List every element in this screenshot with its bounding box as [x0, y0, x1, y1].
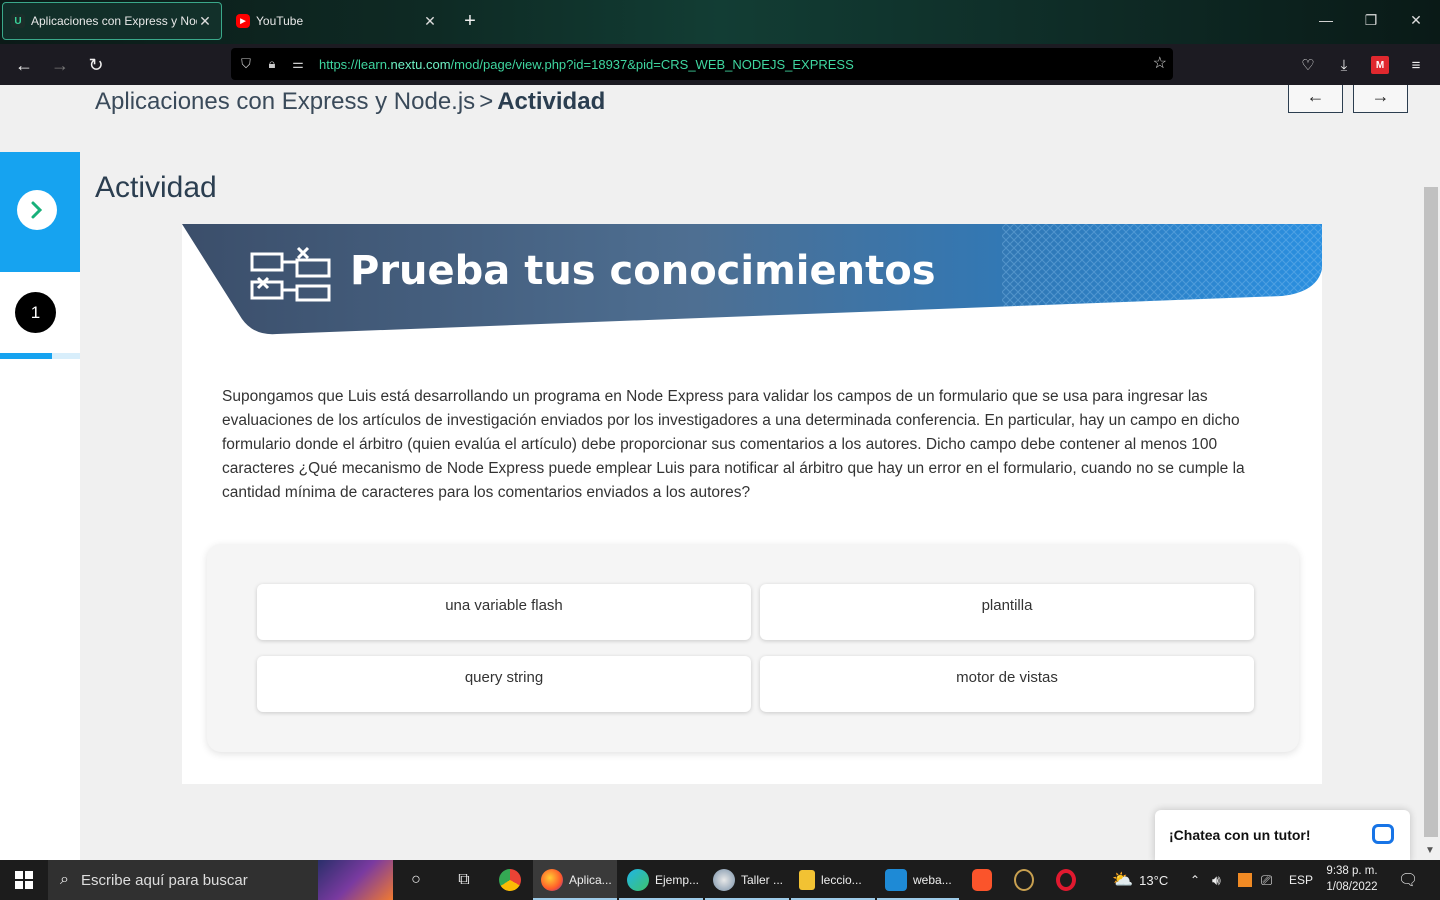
close-icon[interactable]: ✕: [422, 13, 438, 30]
chrome-icon[interactable]: [498, 868, 522, 892]
clock-date: 1/08/2022: [1326, 881, 1378, 893]
breadcrumb-separator: >: [479, 88, 494, 115]
opera-icon[interactable]: [1054, 868, 1078, 892]
scroll-thumb[interactable]: [1424, 187, 1438, 837]
minimize-icon[interactable]: —: [1316, 12, 1336, 28]
taskbar-app-vscode[interactable]: weba...: [877, 860, 959, 900]
weather-widget[interactable]: ⛅ 13°C: [1112, 860, 1168, 900]
activity-card: Prueba tus conocimientos Supongamos que …: [182, 224, 1322, 784]
search-highlight-image: [318, 860, 393, 900]
cloud-sun-icon: ⛅: [1112, 870, 1134, 889]
clock-time: 9:38 p. m.: [1326, 865, 1378, 877]
nextu-favicon-icon: U: [11, 14, 25, 28]
taskbar-app-paint[interactable]: Taller ...: [705, 860, 789, 900]
close-icon[interactable]: ✕: [197, 13, 213, 30]
answer-option[interactable]: query string: [257, 656, 751, 712]
answers-panel: una variable flash plantilla query strin…: [207, 544, 1299, 752]
url-bar[interactable]: ⛉ 🔒︎ ⚌ https://learn.nextu.com/mod/page/…: [231, 48, 1173, 80]
scrollbar[interactable]: ▼: [1422, 85, 1440, 860]
pocket-icon[interactable]: ♡: [1297, 54, 1319, 76]
chevron-right-icon: [31, 201, 43, 219]
network-icon[interactable]: ⎚: [1261, 860, 1272, 900]
taskbar: ⌕ Escribe aquí para buscar ○ ⧉ Aplica...…: [0, 860, 1440, 900]
permissions-icon[interactable]: ⚌: [287, 53, 309, 75]
volume-icon[interactable]: 🔊︎: [1212, 860, 1221, 900]
paint-icon: [713, 869, 735, 891]
answer-option[interactable]: motor de vistas: [760, 656, 1254, 712]
edge-icon: [627, 869, 649, 891]
lock-icon[interactable]: 🔒︎: [261, 53, 283, 75]
vscode-icon: [885, 869, 907, 891]
next-page-button[interactable]: →: [1353, 85, 1408, 113]
browser-tab-bar: U Aplicaciones con Express y Node.js ✕ ▶…: [0, 0, 1440, 44]
window-close-icon[interactable]: ✕: [1406, 12, 1426, 29]
url-text: https://learn.nextu.com/mod/page/view.ph…: [319, 56, 854, 72]
prev-page-button[interactable]: ←: [1288, 85, 1343, 113]
new-tab-icon[interactable]: +: [458, 10, 482, 33]
tray-app-icon[interactable]: [1238, 860, 1252, 900]
taskbar-app-label: leccio...: [821, 873, 862, 887]
breadcrumb-current: Actividad: [497, 88, 606, 115]
arrow-left-icon: ←: [1306, 85, 1325, 106]
banner-title: Prueba tus conocimientos: [350, 248, 936, 294]
bookmark-star-icon[interactable]: ☆: [1153, 53, 1167, 73]
search-placeholder: Escribe aquí para buscar: [80, 871, 248, 889]
answer-option[interactable]: plantilla: [760, 584, 1254, 640]
start-button[interactable]: [0, 860, 48, 900]
league-icon[interactable]: [1012, 868, 1036, 892]
taskbar-app-label: Aplica...: [569, 873, 612, 887]
breadcrumb: Aplicaciones con Express y Node.js > Activ…: [95, 88, 605, 116]
language-indicator[interactable]: ESP: [1289, 860, 1313, 900]
search-icon: ⌕: [60, 871, 69, 888]
step-number-1[interactable]: 1: [15, 292, 56, 333]
shield-icon[interactable]: ⛉: [235, 53, 257, 75]
reload-icon[interactable]: ↻: [85, 54, 107, 76]
menu-icon[interactable]: ≡: [1405, 54, 1427, 76]
clock[interactable]: 9:38 p. m. 1/08/2022: [1318, 863, 1386, 895]
answer-option[interactable]: una variable flash: [257, 584, 751, 640]
tab-title: YouTube: [256, 14, 304, 28]
progress-fill: [0, 353, 52, 359]
sidebar: 1: [0, 152, 80, 860]
arrow-right-icon: →: [1371, 85, 1390, 106]
browser-nav-bar: ← → ↻ ⛉ 🔒︎ ⚌ https://learn.nextu.com/mod…: [0, 44, 1440, 85]
cortana-icon[interactable]: ○: [404, 868, 428, 892]
taskbar-app-label: Ejemp...: [655, 873, 700, 887]
taskbar-app-explorer[interactable]: leccio...: [791, 860, 875, 900]
windows-logo-icon: [15, 871, 33, 889]
chat-label: ¡Chatea con un tutor!: [1169, 827, 1311, 843]
tray-chevron-icon[interactable]: ⌃: [1190, 860, 1200, 900]
taskbar-search[interactable]: ⌕ Escribe aquí para buscar: [48, 860, 393, 900]
tab-title: Aplicaciones con Express y Node.js: [31, 14, 197, 28]
restore-icon[interactable]: ❐: [1361, 12, 1381, 29]
notifications-icon[interactable]: 🗨︎: [1398, 860, 1418, 900]
youtube-favicon-icon: ▶: [236, 14, 250, 28]
progress-bar: [0, 353, 80, 359]
taskbar-app-edge[interactable]: Ejemp...: [619, 860, 703, 900]
taskbar-app-label: Taller ...: [741, 873, 784, 887]
extension-icon[interactable]: M: [1371, 56, 1389, 74]
scroll-down-icon[interactable]: ▼: [1425, 845, 1435, 856]
tab-youtube[interactable]: ▶ YouTube ✕: [228, 2, 446, 40]
taskbar-app-label: weba...: [913, 873, 952, 887]
chat-bubble-icon: [1372, 824, 1394, 844]
page-content: Aplicaciones con Express y Node.js > Activ…: [0, 85, 1440, 860]
firefox-icon: [541, 869, 563, 891]
sidebar-toggle-button[interactable]: [17, 190, 57, 230]
tab-aplicaciones[interactable]: U Aplicaciones con Express y Node.js ✕: [2, 2, 222, 40]
folder-icon: [799, 870, 815, 890]
chat-widget[interactable]: ¡Chatea con un tutor!: [1155, 810, 1410, 860]
breadcrumb-course-link[interactable]: Aplicaciones con Express y Node.js: [95, 88, 475, 115]
weather-temp: 13°C: [1139, 872, 1169, 888]
forward-icon[interactable]: →: [49, 54, 71, 76]
page-title: Actividad: [95, 171, 217, 204]
brave-icon[interactable]: [970, 868, 994, 892]
task-view-icon[interactable]: ⧉: [452, 868, 476, 892]
taskbar-app-firefox[interactable]: Aplica...: [533, 860, 617, 900]
question-text: Supongamos que Luis está desarrollando u…: [222, 388, 1245, 501]
sidebar-header: [0, 152, 80, 272]
download-icon[interactable]: ⤓: [1333, 54, 1355, 76]
back-icon[interactable]: ←: [13, 54, 35, 76]
